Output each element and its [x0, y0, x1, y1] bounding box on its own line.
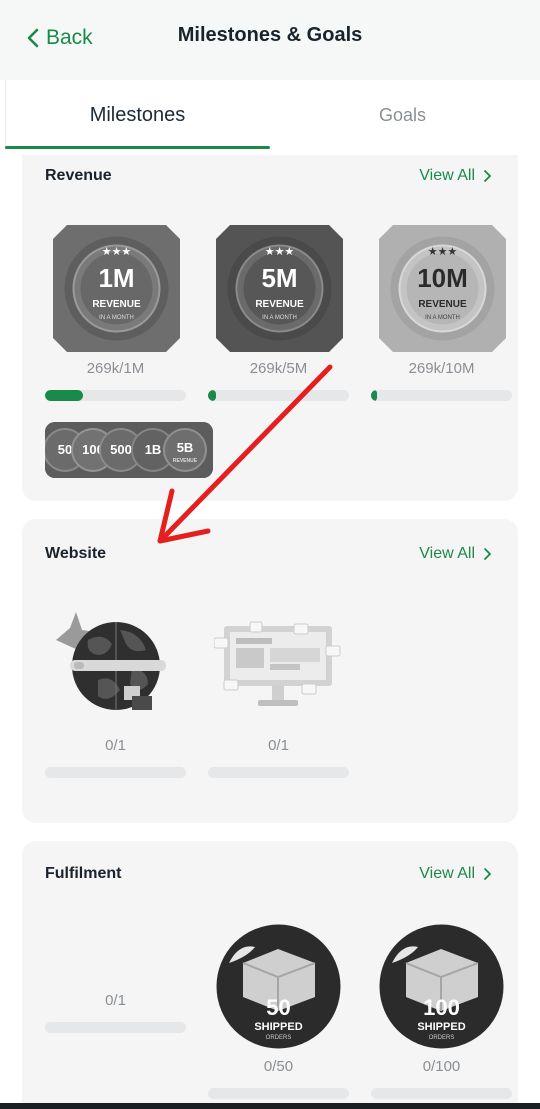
badge-sub: SHIPPED [254, 1021, 302, 1033]
website-builder-icon[interactable] [214, 620, 342, 714]
progress-bar [45, 767, 186, 778]
revenue-10m-badge[interactable]: ★★★ 10M REVENUE IN A MONTH [379, 225, 506, 352]
strip-badge-value: 500 [110, 442, 132, 457]
svg-text:★★★: ★★★ [265, 246, 295, 258]
shipped-50-badge[interactable]: 50 SHIPPED ORDERS [215, 923, 342, 1050]
progress-text: 0/100 [422, 1058, 461, 1075]
view-all-website-button[interactable]: View All [419, 545, 492, 563]
badge-tiny: ORDERS [429, 1035, 455, 1041]
section-title: Revenue [45, 167, 112, 184]
tab-goals[interactable]: Goals [270, 80, 535, 150]
badge-sub: SHIPPED [417, 1021, 465, 1033]
badge-tiny: ORDERS [266, 1035, 292, 1041]
progress-fill [45, 390, 83, 401]
revenue-5m-badge[interactable]: ★★★ 5M REVENUE IN A MONTH [216, 225, 343, 352]
section-title: Website [45, 545, 107, 562]
badge-sub: REVENUE [92, 299, 141, 310]
progress-bar [208, 767, 349, 778]
progress-bar [208, 1088, 349, 1099]
view-all-revenue-button[interactable]: View All [419, 167, 492, 185]
tab-bar: Milestones Goals [0, 80, 540, 150]
badge-sub: REVENUE [255, 299, 304, 310]
progress-text: 0/1 [105, 992, 126, 1009]
app-header: Back Milestones & Goals [0, 0, 540, 80]
view-all-label: View All [419, 865, 475, 882]
progress-bar [371, 390, 512, 401]
progress-text: 0/1 [105, 737, 126, 754]
progress-bar [371, 1088, 512, 1099]
more-revenue-badges-strip[interactable]: 50 100 500 1B 5B REVENUE [45, 422, 213, 478]
chevron-right-icon [484, 170, 492, 182]
tab-milestones[interactable]: Milestones [5, 80, 270, 150]
shipped-100-badge[interactable]: 100 SHIPPED ORDERS [378, 923, 505, 1050]
section-title: Fulfilment [45, 865, 122, 882]
globe-launch-icon[interactable] [48, 610, 168, 715]
badge-value: 10M [417, 263, 468, 293]
svg-text:★★★: ★★★ [428, 246, 458, 258]
svg-text:★★★: ★★★ [102, 246, 132, 258]
badge-value: 100 [423, 995, 460, 1020]
progress-bar [45, 1022, 186, 1033]
badge-tiny: IN A MONTH [425, 315, 460, 321]
view-all-fulfilment-button[interactable]: View All [419, 865, 492, 883]
strip-badge-value: 50 [58, 442, 72, 457]
page-title: Milestones & Goals [177, 24, 363, 46]
view-all-label: View All [419, 545, 475, 562]
badge-value: 1M [98, 263, 134, 293]
badge-value: 50 [266, 995, 290, 1020]
progress-bar [45, 390, 186, 401]
badge-tiny: IN A MONTH [262, 315, 297, 321]
progress-text: 0/1 [268, 737, 289, 754]
progress-text: 0/50 [263, 1058, 294, 1075]
badge-value: 5M [261, 263, 297, 293]
progress-bar [208, 390, 349, 401]
active-tab-indicator [5, 146, 270, 149]
revenue-1m-badge[interactable]: ★★★ 1M REVENUE IN A MONTH [53, 225, 180, 352]
progress-fill [371, 390, 377, 401]
badge-sub: REVENUE [418, 299, 467, 310]
view-all-label: View All [419, 167, 475, 184]
progress-text: 269k/10M [408, 360, 475, 377]
strip-badge-sub: REVENUE [173, 458, 198, 464]
progress-fill [208, 390, 216, 401]
bottom-system-bar [0, 1103, 540, 1109]
badge-tiny: IN A MONTH [99, 315, 134, 321]
strip-badge-value: 1B [145, 442, 162, 457]
progress-text: 269k/1M [86, 360, 145, 377]
progress-text: 269k/5M [249, 360, 308, 377]
strip-badge-value: 5B [177, 440, 194, 455]
chevron-right-icon [484, 868, 492, 880]
chevron-right-icon [484, 548, 492, 560]
